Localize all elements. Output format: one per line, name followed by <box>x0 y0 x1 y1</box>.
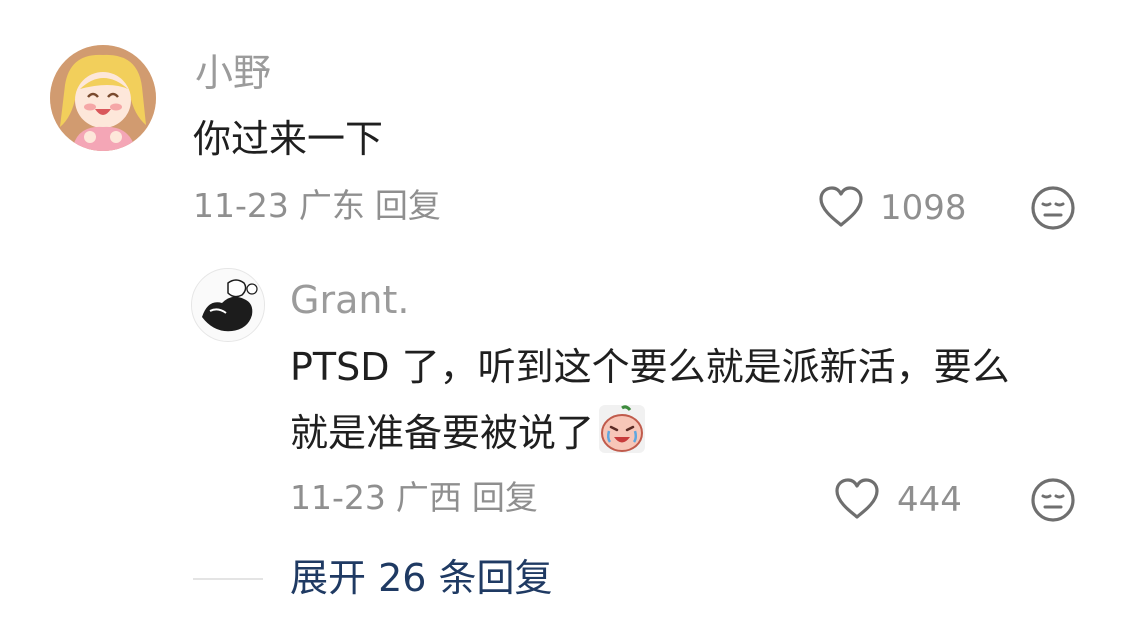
reply-meta: 11-23 广西 回复 <box>290 478 548 518</box>
comment-text: 你过来一下 <box>193 117 384 161</box>
reply-location: 广西 <box>395 478 462 517</box>
like-count: 1098 <box>880 188 967 228</box>
reply-reply-button[interactable]: 回复 <box>472 478 538 517</box>
reply-text: PTSD 了，听到这个要么就是派新活，要么 就是准备要被说了 <box>290 334 1090 474</box>
avatar[interactable] <box>50 45 156 151</box>
reply-like-button[interactable] <box>834 478 880 520</box>
comment-meta: 11-23 广东 回复 <box>193 186 451 226</box>
comment-username[interactable]: 小野 <box>195 50 271 96</box>
anime-girl-avatar-icon <box>50 45 156 151</box>
crying-face-emoji-icon <box>598 404 646 474</box>
expand-replies-button[interactable]: 展开 26 条回复 <box>290 555 553 601</box>
reply-button[interactable]: 回复 <box>375 186 441 225</box>
like-button[interactable] <box>818 186 864 228</box>
reply-like-count: 444 <box>897 480 962 520</box>
heart-outline-icon <box>835 478 879 519</box>
reply-text-line-2-text: 就是准备要被说了 <box>290 411 595 455</box>
reply-dislike-button[interactable] <box>1030 477 1076 523</box>
sketch-avatar-icon <box>192 269 264 341</box>
reply-date: 11-23 <box>290 478 386 517</box>
dislike-button[interactable] <box>1030 185 1076 231</box>
neutral-face-icon <box>1031 478 1075 522</box>
reply-avatar[interactable] <box>191 268 265 342</box>
reply-text-line-1: PTSD 了，听到这个要么就是派新活，要么 <box>290 345 1010 389</box>
comment-location: 广东 <box>298 186 365 225</box>
comment-date: 11-23 <box>193 186 289 225</box>
reply-username[interactable]: Grant. <box>290 277 409 323</box>
heart-outline-icon <box>819 186 863 227</box>
neutral-face-icon <box>1031 186 1075 230</box>
reply-text-line-2: 就是准备要被说了 <box>290 400 1090 474</box>
expand-divider <box>193 578 263 580</box>
